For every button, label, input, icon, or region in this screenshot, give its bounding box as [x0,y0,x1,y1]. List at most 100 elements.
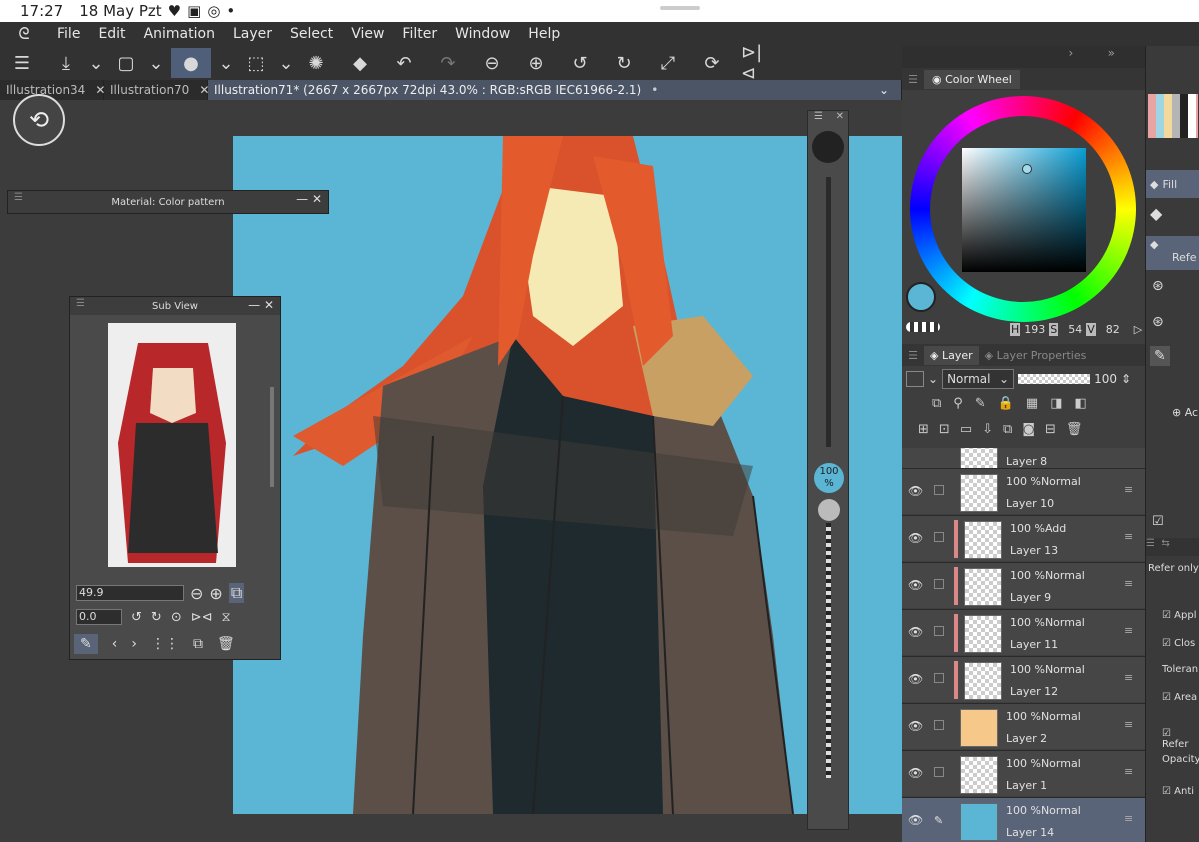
delete-layer-icon[interactable]: 🗑 [1066,422,1083,444]
eye-icon[interactable]: 👁 [908,578,923,592]
hamburger-menu-icon[interactable]: ☰ [7,48,37,78]
fill-bucket-icon[interactable]: ◆ [345,48,375,78]
apply-mask-icon[interactable]: ⊟ [1045,422,1056,444]
create-mask-icon[interactable]: ◙ [1022,422,1035,444]
minimize-close-icon[interactable]: — ✕ [296,192,322,206]
navigator-link-icon[interactable]: ⧉ [228,583,245,603]
pen-edit-icon[interactable]: ✎ [934,814,944,827]
grip-icon[interactable]: ☰ [902,349,924,362]
current-color-swatch[interactable] [906,282,936,312]
rotation-input[interactable]: 0.0 [76,609,122,625]
grip-icon[interactable]: ☰ [76,298,85,309]
reset-view-icon[interactable]: ⟳ [697,48,727,78]
import-image-icon[interactable]: ⧉ [193,636,203,652]
minimize-close-icon[interactable]: — ✕ [248,298,274,312]
clip-icon[interactable]: ⧉ [932,396,941,416]
menu-animation[interactable]: Animation [135,26,224,42]
artwork-canvas[interactable] [233,136,903,814]
layer-checkbox[interactable] [934,720,944,730]
layer-row[interactable]: 👁 100 %Normal Layer 12 ≡ [902,656,1145,702]
eye-icon[interactable]: 👁 [908,672,923,686]
opacity-knob[interactable] [818,499,840,521]
mask-icon[interactable]: ◨ [1050,396,1062,416]
refer-checkbox[interactable]: ☑ Refer [1162,728,1199,750]
close-checkbox[interactable]: ☑ Clos [1162,638,1195,649]
tool-fill[interactable]: ◆ Fill [1146,170,1199,198]
panel-header[interactable]: ☰ ✕ [808,111,848,125]
menu-edit[interactable]: Edit [89,26,134,42]
zoom-out-icon[interactable]: ⊖ [477,48,507,78]
zoom-input[interactable]: 49.9 [76,585,184,601]
flip-horizontal-icon[interactable]: ⊳|⊲ [741,42,771,84]
sv-cursor[interactable] [1022,164,1032,174]
rotate-left-icon[interactable]: ↺ [131,610,142,625]
add-button[interactable]: ⊕ Ac [1172,406,1198,419]
drag-handle[interactable] [660,6,700,10]
layer-row[interactable]: 👁 100 %Add Layer 13 ≡ [902,515,1145,561]
area-checkbox[interactable]: ☑ Area [1162,692,1197,703]
eye-icon[interactable]: 👁 [908,719,923,733]
layer-menu-icon[interactable]: ≡ [1124,530,1133,543]
apply-checkbox[interactable]: ☑ Appl [1162,610,1196,621]
layer-checkbox[interactable] [934,673,944,683]
delete-icon[interactable]: 🗑 [217,636,235,652]
menu-select[interactable]: Select [281,26,342,42]
chevron-down-icon[interactable]: ⌄ [148,48,164,78]
layer-checkbox[interactable] [934,579,944,589]
layer-row[interactable]: 👁 100 %Normal Layer 9 ≡ [902,562,1145,608]
subview-scrollbar[interactable] [270,387,274,487]
tab-illustration71[interactable]: Illustration71* (2667 x 2667px 72dpi 43.… [208,80,902,100]
layer-color-icon[interactable] [906,371,924,387]
panel-titlebar[interactable]: ☰ Sub View — ✕ [70,297,280,315]
zoom-out-icon[interactable]: ⊖ [190,584,203,603]
layer-menu-icon[interactable]: ≡ [1124,765,1133,778]
modified-dot-icon[interactable]: • [651,83,658,97]
menu-file[interactable]: File [48,26,89,42]
subview-image[interactable] [108,323,236,567]
rotate-right-icon[interactable]: ↻ [609,48,639,78]
menu-help[interactable]: Help [519,26,569,42]
flip-horizontal-icon[interactable]: ⊳⊲ [191,610,213,625]
brush-tip-icon[interactable]: ✎ [1150,346,1170,366]
save-icon[interactable]: ⤓ [51,48,81,78]
layer-menu-icon[interactable]: ≡ [1124,624,1133,637]
eyedropper-icon[interactable]: ✎ [74,634,98,654]
blend-mode-select[interactable]: Normal ⌄ [942,369,1015,389]
layer-menu-icon[interactable]: ≡ [1124,718,1133,731]
layer-checkbox[interactable] [934,485,944,495]
app-logo-icon[interactable]: ᘓ [0,24,48,44]
chevron-down-icon[interactable]: ⌄ [278,48,294,78]
color-mode-icon[interactable]: ▷ [1134,323,1142,336]
lasso-icon[interactable]: ⊛ [1152,314,1164,330]
layer-row[interactable]: 👁 100 %Normal Layer 1 ≡ [902,750,1145,796]
chevron-down-icon[interactable]: ⌄ [88,48,104,78]
grid-icon[interactable]: ⋮⋮ [151,636,179,652]
next-icon[interactable]: › [131,636,137,652]
combine-icon[interactable]: ⧉ [1003,422,1012,444]
eye-icon[interactable]: 👁 [908,531,923,545]
previous-icon[interactable]: ‹ [112,636,118,652]
layer-menu-icon[interactable]: ≡ [1124,483,1133,496]
zoom-in-icon[interactable]: ⊕ [209,584,222,603]
layer-menu-icon[interactable]: ≡ [1124,812,1133,825]
undo-icon[interactable]: ↶ [389,48,419,78]
layer-row[interactable]: 👁 100 %Normal Layer 2 ≡ [902,703,1145,749]
new-folder-icon[interactable]: ▭ [960,422,972,444]
draft-icon[interactable]: ✎ [975,396,986,416]
lock-alpha-icon[interactable]: ▦ [1026,396,1038,416]
eye-icon[interactable]: 👁 [908,813,923,827]
rotate-right-icon[interactable]: ↻ [151,610,162,625]
grip-icon[interactable]: ☰ [902,73,924,86]
flip-vertical-icon[interactable]: ⧖ [222,610,231,625]
layer-row[interactable]: 👁 100 %Normal Layer 10 ≡ [902,468,1145,514]
tab-color-wheel[interactable]: ◉ Color Wheel [924,69,1020,89]
eye-icon[interactable]: 👁 [908,625,923,639]
stepper-icon[interactable]: ⇕ [1121,372,1131,386]
lock-icon[interactable]: 🔒 [998,396,1014,416]
layer-menu-icon[interactable]: ≡ [1124,577,1133,590]
redo-icon[interactable]: ↷ [433,48,463,78]
transparent-color-icon[interactable] [906,322,940,332]
opacity-value[interactable]: 100 [1094,372,1117,386]
selection-icon[interactable]: ▢ [111,48,141,78]
eye-icon[interactable]: 👁 [908,484,923,498]
